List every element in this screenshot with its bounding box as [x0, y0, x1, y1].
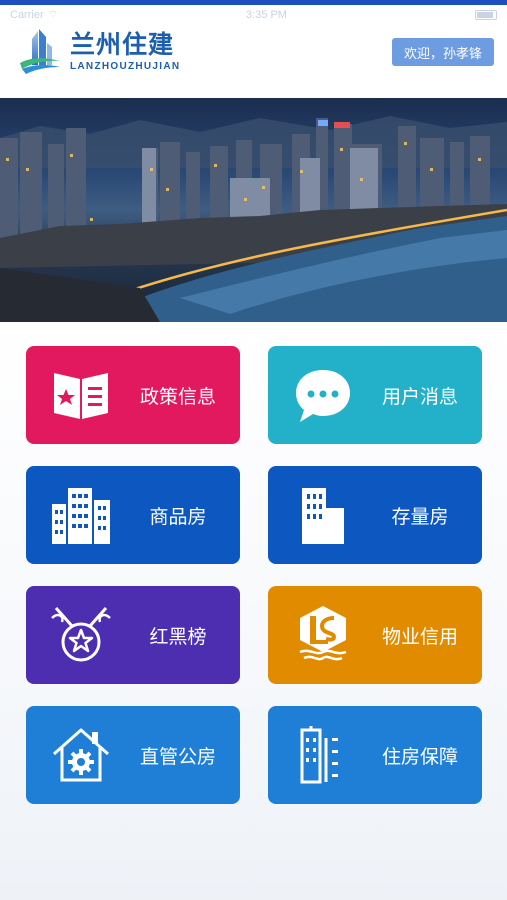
tile-label: 红黑榜 [149, 625, 207, 648]
tower-blocks-icon [288, 720, 358, 790]
tile-red-black-list[interactable]: 红黑榜 [26, 586, 240, 684]
menu-grid: 政策信息 用户消息 商品房 存量房 红黑榜 物业信用 直管公房 住房保障 [0, 322, 507, 900]
logo: 兰州住建 LANZHOUZHUJIAN [18, 27, 180, 75]
tile-policy-info[interactable]: 政策信息 [26, 346, 240, 444]
tile-public-housing[interactable]: 直管公房 [26, 706, 240, 804]
clock: 3:35 PM [246, 9, 287, 21]
tile-label: 商品房 [149, 505, 207, 528]
welcome-user-button[interactable]: 欢迎，孙孝锋 [391, 38, 494, 66]
battery-icon [475, 10, 497, 20]
tile-label: 直管公房 [139, 745, 216, 768]
logo-icon [20, 29, 60, 74]
tile-housing-security[interactable]: 住房保障 [268, 706, 482, 804]
city-banner-image [0, 98, 507, 322]
tile-user-messages[interactable]: 用户消息 [268, 346, 482, 444]
tile-existing-housing[interactable]: 存量房 [268, 466, 482, 564]
tile-label: 住房保障 [381, 745, 458, 768]
house-gear-icon [46, 720, 116, 790]
tile-label: 存量房 [391, 505, 449, 528]
tile-label: 用户消息 [381, 385, 458, 408]
tile-label: 物业信用 [381, 625, 458, 648]
building-icon [288, 480, 358, 550]
policy-book-icon [46, 360, 116, 430]
wifi-icon: ⌔ [47, 9, 58, 21]
chat-bubble-icon [288, 360, 358, 430]
tile-property-credit[interactable]: 物业信用 [268, 586, 482, 684]
buildings-icon [46, 480, 116, 550]
status-bar: Carrier ⌔ 3:35 PM [0, 5, 507, 25]
city-skyline-illustration [0, 116, 507, 322]
tile-label: 政策信息 [139, 385, 216, 408]
tile-commercial-housing[interactable]: 商品房 [26, 466, 240, 564]
carrier-label: Carrier [10, 9, 44, 21]
property-logo-icon [288, 600, 358, 670]
logo-subtitle: LANZHOUZHUJIAN [70, 60, 181, 72]
medal-star-icon [46, 600, 116, 670]
logo-title: 兰州住建 [70, 29, 175, 59]
